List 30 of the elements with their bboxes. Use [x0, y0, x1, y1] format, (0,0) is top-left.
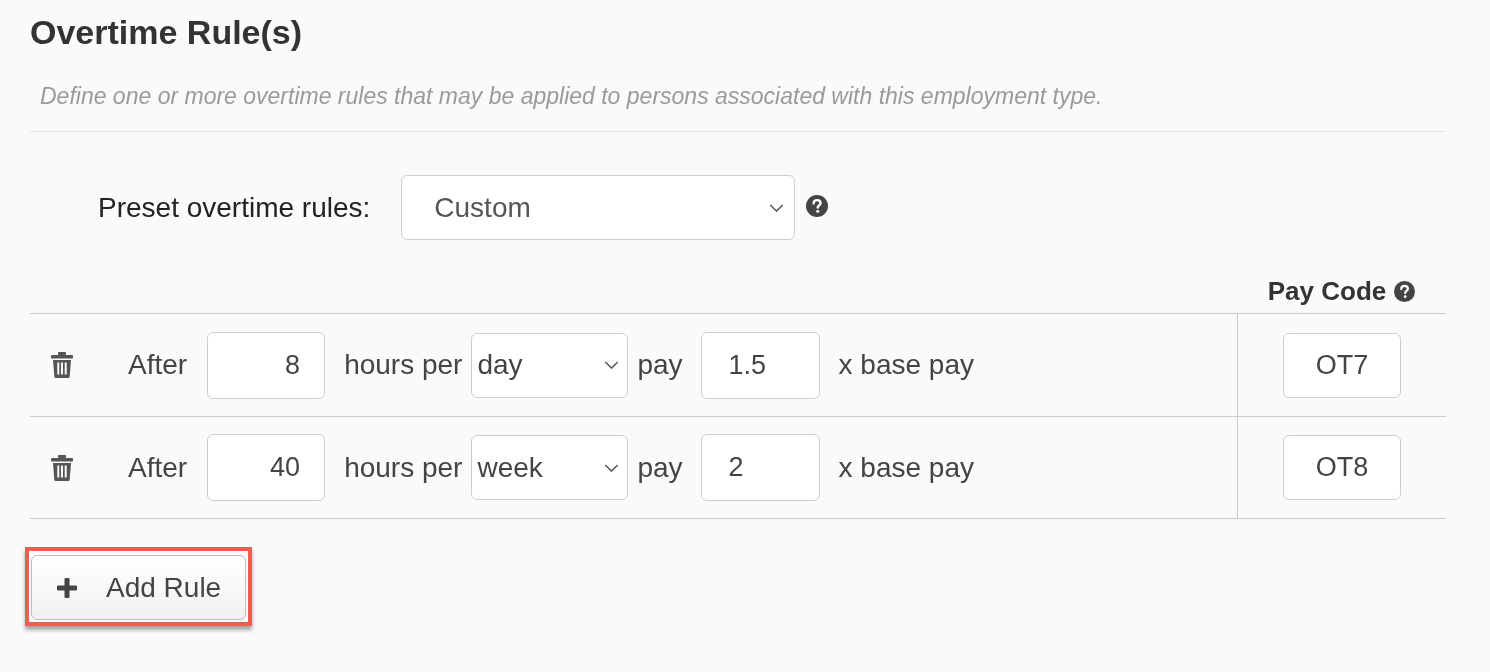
hours-input[interactable]: 8 [207, 331, 326, 399]
base-pay-label: x base pay [838, 349, 974, 381]
preset-label: Preset overtime rules: [98, 191, 371, 224]
trash-icon[interactable] [51, 454, 73, 481]
pay-label: pay [637, 349, 683, 381]
chevron-icon [769, 203, 785, 212]
multiplier-input[interactable]: 1.5 [700, 331, 820, 399]
section-description: Define one or more overtime rules that may be applied to persons associated with this employment type. [30, 83, 1446, 132]
after-label: After [128, 451, 188, 484]
multiplier-input[interactable]: 2 [700, 434, 820, 501]
hours-per-label: hours per [344, 451, 463, 484]
after-label: After [128, 349, 188, 381]
section-title: Overtime Rule(s) [30, 12, 304, 52]
help-icon[interactable] [1394, 281, 1416, 302]
hours-input[interactable]: 40 [207, 434, 326, 501]
period-select[interactable]: week [471, 435, 629, 500]
pay-code-input[interactable]: OT8 [1283, 435, 1401, 500]
pay-code-input[interactable]: OT7 [1283, 332, 1401, 398]
pay-code-header: Pay Code [1267, 276, 1387, 306]
plus-icon [57, 577, 77, 598]
preset-select[interactable]: Custom [401, 175, 796, 240]
add-rule-button[interactable]: Add Rule [31, 555, 246, 620]
base-pay-label: x base pay [838, 451, 974, 484]
chevron-icon [604, 361, 620, 369]
help-icon[interactable] [806, 194, 829, 217]
chevron-icon [604, 463, 620, 472]
pay-label: pay [637, 451, 683, 484]
hours-per-label: hours per [344, 349, 463, 381]
trash-icon[interactable] [51, 352, 73, 378]
period-select[interactable]: day [471, 332, 629, 398]
